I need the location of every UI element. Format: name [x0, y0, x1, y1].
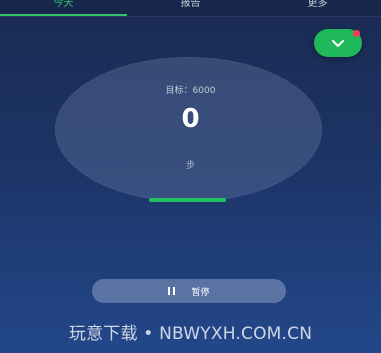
pause-button[interactable]: 暂停 [92, 279, 286, 303]
watermark: 玩意下载 • NBWYXH.COM.CN [68, 324, 313, 344]
pause-label: 暂停 [191, 287, 210, 298]
tab-today[interactable]: 今天 [0, 0, 127, 16]
goal-label: 目标：6000 [165, 86, 216, 96]
step-unit: 步 [185, 161, 195, 171]
dropdown-button[interactable] [314, 29, 362, 57]
tab-report[interactable]: 报告 [127, 0, 254, 16]
chevron-down-icon [332, 39, 344, 47]
top-tabs: 今天 报告 更多 [0, 0, 381, 17]
step-progress-arc [149, 198, 226, 202]
tab-more[interactable]: 更多 [254, 0, 381, 16]
step-count: 0 [181, 104, 200, 134]
notification-dot [353, 30, 360, 37]
pause-icon [168, 287, 176, 295]
